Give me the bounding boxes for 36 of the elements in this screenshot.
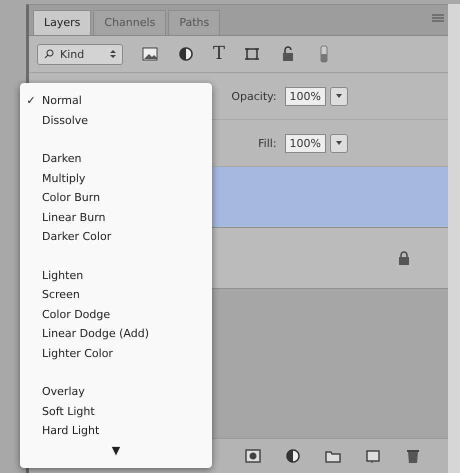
kind-dropdown[interactable]: Kind — [37, 44, 123, 64]
blend-mode-item[interactable]: Screen — [20, 285, 212, 304]
blend-mode-item[interactable]: Multiply — [20, 168, 212, 188]
fill-field[interactable]: 100% — [284, 134, 326, 152]
fill-label: Fill: — [258, 136, 277, 150]
image-filter-icon[interactable] — [141, 45, 159, 63]
blend-mode-item[interactable]: Lighter Color — [20, 344, 212, 363]
blend-mode-item[interactable]: Soft Light — [20, 402, 212, 421]
panel-menu-icon[interactable] — [432, 13, 444, 23]
panel-tab[interactable]: Layers — [33, 10, 92, 35]
type-filter-icon[interactable]: T — [213, 45, 226, 63]
opacity-label: Opacity: — [231, 90, 277, 102]
blend-mode-item[interactable]: Darken — [20, 149, 212, 168]
half-circle-filter-icon[interactable] — [177, 45, 195, 63]
search-icon — [44, 49, 54, 59]
opacity-field[interactable]: 100% — [284, 86, 326, 106]
blend-mode-item[interactable]: Hard Light — [20, 421, 212, 440]
mask-icon[interactable] — [244, 447, 262, 465]
caret-icon — [336, 141, 342, 145]
scroll-down-arrow[interactable]: ▼ — [112, 444, 120, 456]
blend-mode-item[interactable]: Darker Color — [20, 227, 212, 246]
blend-mode-item[interactable]: Linear Dodge (Add) — [20, 324, 212, 344]
blend-mode-item[interactable]: Lighten — [20, 266, 212, 285]
blend-mode-item[interactable]: Color Burn — [20, 188, 212, 208]
blend-mode-item[interactable]: Dissolve — [20, 110, 212, 130]
blend-mode-item[interactable]: ✓ Normal — [20, 91, 212, 110]
blend-mode-item[interactable]: Overlay — [20, 382, 212, 402]
updown-arrows-icon — [110, 49, 116, 59]
half-circle-icon[interactable] — [284, 447, 302, 465]
caret-icon — [336, 94, 342, 98]
blend-mode-item[interactable]: Linear Burn — [20, 208, 212, 227]
checkmark-icon: ✓ — [20, 94, 42, 108]
opacity-stepper[interactable] — [330, 86, 348, 106]
trash-icon[interactable] — [404, 447, 422, 465]
blend-mode-item[interactable]: Color Dodge — [20, 304, 212, 324]
fill-stepper[interactable] — [330, 134, 348, 152]
